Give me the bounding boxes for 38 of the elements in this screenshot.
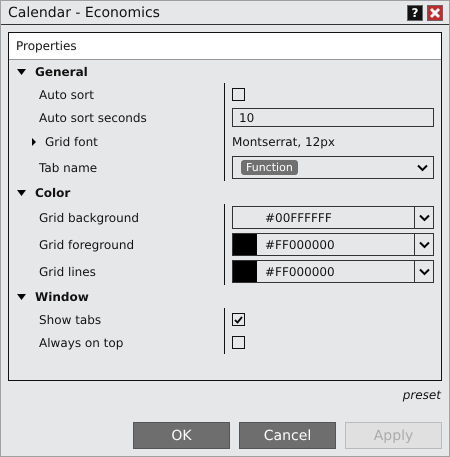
- property-label: Grid foreground: [39, 238, 134, 252]
- property-label: Auto sort: [39, 88, 94, 102]
- window-title: Calendar - Economics: [8, 4, 161, 20]
- checkbox[interactable]: [232, 313, 245, 326]
- dropdown[interactable]: Function: [232, 156, 434, 179]
- chevron-down-icon: [418, 214, 430, 222]
- tag-chip: Function: [241, 160, 298, 175]
- expanded-arrow-icon[interactable]: [17, 294, 26, 300]
- color-picker[interactable]: #FF000000: [232, 260, 434, 283]
- chevron-down-icon: [418, 268, 430, 276]
- property-value: Montserrat, 12px: [232, 134, 335, 148]
- color-picker[interactable]: #FF000000: [232, 233, 434, 256]
- property-label: Grid font: [45, 134, 98, 148]
- color-picker[interactable]: #00FFFFFF: [232, 206, 434, 229]
- section-title: General: [35, 64, 88, 78]
- chevron-down-icon: [417, 164, 428, 172]
- input-field[interactable]: 10: [232, 108, 434, 127]
- section-title: Color: [35, 186, 70, 200]
- property-label: Auto sort seconds: [39, 110, 147, 124]
- property-label: Tab name: [39, 160, 98, 174]
- checkbox[interactable]: [232, 336, 245, 349]
- close-icon: [429, 6, 441, 18]
- help-button[interactable]: ?: [407, 4, 423, 20]
- property-label: Always on top: [39, 336, 124, 350]
- dialog-button[interactable]: Cancel: [239, 422, 336, 449]
- collapsed-arrow-icon[interactable]: [32, 138, 36, 146]
- close-button[interactable]: [427, 4, 443, 20]
- chevron-down-icon: [418, 240, 430, 248]
- preset-label: preset: [402, 388, 441, 402]
- expanded-arrow-icon[interactable]: [17, 190, 26, 196]
- property-label: Grid lines: [39, 264, 96, 278]
- checkbox[interactable]: [232, 88, 245, 101]
- property-label: Grid background: [39, 210, 139, 224]
- panel-header: Properties: [9, 33, 441, 60]
- expanded-arrow-icon[interactable]: [17, 68, 26, 74]
- dialog-button[interactable]: OK: [133, 422, 230, 449]
- section-title: Window: [35, 290, 89, 304]
- property-label: Show tabs: [39, 312, 102, 326]
